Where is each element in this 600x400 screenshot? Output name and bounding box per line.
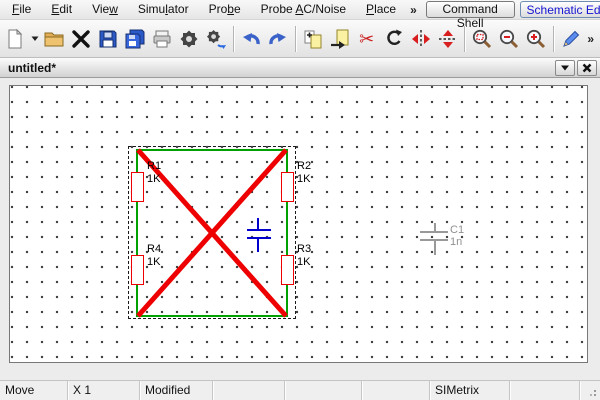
zoom-out-icon: [498, 28, 520, 50]
bridge-diagonal-wires[interactable]: [10, 86, 588, 363]
command-shell-button[interactable]: Command Shell: [426, 1, 515, 18]
component-ref: R4: [147, 243, 161, 256]
menubar: File Edit View Simulator Probe Probe AC/…: [0, 0, 600, 20]
component-value: 1K: [147, 173, 160, 186]
ghost-component-value: 1n: [450, 236, 462, 248]
print-button[interactable]: [149, 24, 175, 54]
resistor-r1[interactable]: R1 1K: [131, 172, 144, 202]
resistor-r3[interactable]: R3 1K: [281, 255, 294, 285]
mirror-vertical-button[interactable]: [408, 24, 434, 54]
simulator-options-button[interactable]: [203, 24, 229, 54]
menu-view[interactable]: View: [82, 1, 128, 18]
chevron-down-icon: [31, 36, 39, 42]
resize-grip[interactable]: [580, 381, 600, 400]
resistor-r4[interactable]: R4 1K: [131, 255, 144, 285]
editor-mode-select[interactable]: Schematic Editor: [520, 1, 600, 18]
pencil-icon: [560, 28, 582, 50]
menubar-right-group: » Command Shell Schematic Editor: [406, 1, 600, 18]
toolbar-separator: [553, 26, 554, 52]
paste-button[interactable]: [327, 24, 353, 54]
open-folder-icon: [43, 28, 65, 50]
wire-pencil-button[interactable]: [558, 24, 584, 54]
document-titlebar: untitled*: [0, 58, 600, 78]
cut-button[interactable]: ✂: [354, 24, 380, 54]
resistor-r2[interactable]: R2 1K: [281, 172, 294, 202]
ghost-component-ref: C1: [450, 224, 464, 236]
editor-mode-value: Schematic Editor: [521, 3, 600, 17]
save-button[interactable]: [95, 24, 121, 54]
mirror-horizontal-icon: [437, 28, 459, 50]
rotate-icon: [383, 28, 405, 50]
toolbar-separator: [464, 26, 465, 52]
toolbar-separator: [295, 26, 296, 52]
menu-simulator[interactable]: Simulator: [128, 1, 199, 18]
schematic-canvas[interactable]: R1 1K R2 1K R4 1K R3 1K: [9, 85, 588, 363]
component-ref: R3: [297, 243, 311, 256]
close-document-button[interactable]: [577, 60, 597, 76]
capacitor[interactable]: [247, 218, 271, 252]
new-document-button[interactable]: [2, 24, 28, 54]
zoom-area-button[interactable]: [469, 24, 495, 54]
redo-button[interactable]: [265, 24, 291, 54]
status-app-name: SIMetrix: [430, 381, 510, 400]
save-all-icon: [124, 28, 146, 50]
wire-top[interactable]: [137, 149, 287, 151]
zoom-out-button[interactable]: [496, 24, 522, 54]
rotate-button[interactable]: [381, 24, 407, 54]
statusbar: Move X 1 Modified SIMetrix: [0, 380, 600, 400]
close-icon: [582, 63, 592, 73]
save-icon: [97, 28, 119, 50]
menu-edit[interactable]: Edit: [41, 1, 82, 18]
canvas-margin: R1 1K R2 1K R4 1K R3 1K: [0, 78, 600, 380]
undo-icon: [240, 28, 262, 50]
zoom-area-icon: [471, 28, 493, 50]
close-sheet-button[interactable]: [68, 24, 94, 54]
chevron-down-icon: [560, 64, 570, 72]
gear-sync-icon: [205, 28, 227, 50]
paste-icon: [329, 28, 351, 50]
new-document-icon: [4, 28, 26, 50]
status-doc-state: Modified: [140, 381, 213, 400]
menu-probe-ac-noise[interactable]: Probe AC/Noise: [251, 1, 356, 18]
open-button[interactable]: [42, 24, 68, 54]
scissors-icon: ✂: [359, 30, 374, 48]
status-mode: Move: [0, 381, 68, 400]
component-value: 1K: [297, 256, 310, 269]
simetrix-window: File Edit View Simulator Probe Probe AC/…: [0, 0, 600, 400]
copy-button[interactable]: [300, 24, 326, 54]
component-ref: R2: [297, 160, 311, 173]
gear-icon: [178, 28, 200, 50]
copy-icon: [302, 28, 324, 50]
menu-file[interactable]: File: [2, 1, 41, 18]
status-empty: [285, 381, 362, 400]
toolbar: ✂ »: [0, 20, 600, 58]
mirror-vertical-icon: [410, 28, 432, 50]
zoom-in-icon: [525, 28, 547, 50]
toolbar-separator: [233, 26, 234, 52]
status-empty: [362, 381, 430, 400]
document-title: untitled*: [8, 61, 56, 75]
status-empty: [213, 381, 285, 400]
redo-icon: [267, 28, 289, 50]
wire-bottom[interactable]: [137, 315, 287, 317]
save-all-button[interactable]: [122, 24, 148, 54]
status-empty: [510, 381, 580, 400]
menu-probe[interactable]: Probe: [199, 1, 251, 18]
ghost-capacitor-c1[interactable]: C1 1n: [420, 223, 472, 255]
component-value: 1K: [147, 256, 160, 269]
component-value: 1K: [297, 173, 310, 186]
mirror-horizontal-button[interactable]: [435, 24, 461, 54]
close-icon: [70, 28, 92, 50]
options-button[interactable]: [176, 24, 202, 54]
toolbar-overflow-icon[interactable]: »: [585, 32, 596, 46]
new-document-dropdown-button[interactable]: [29, 24, 41, 54]
menu-place[interactable]: Place: [356, 1, 406, 18]
print-icon: [151, 28, 173, 50]
undo-button[interactable]: [238, 24, 264, 54]
status-scale: X 1: [68, 381, 140, 400]
zoom-in-button[interactable]: [523, 24, 549, 54]
component-ref: R1: [147, 160, 161, 173]
sheet-list-button[interactable]: [555, 60, 575, 76]
menubar-overflow-icon[interactable]: »: [406, 3, 421, 17]
